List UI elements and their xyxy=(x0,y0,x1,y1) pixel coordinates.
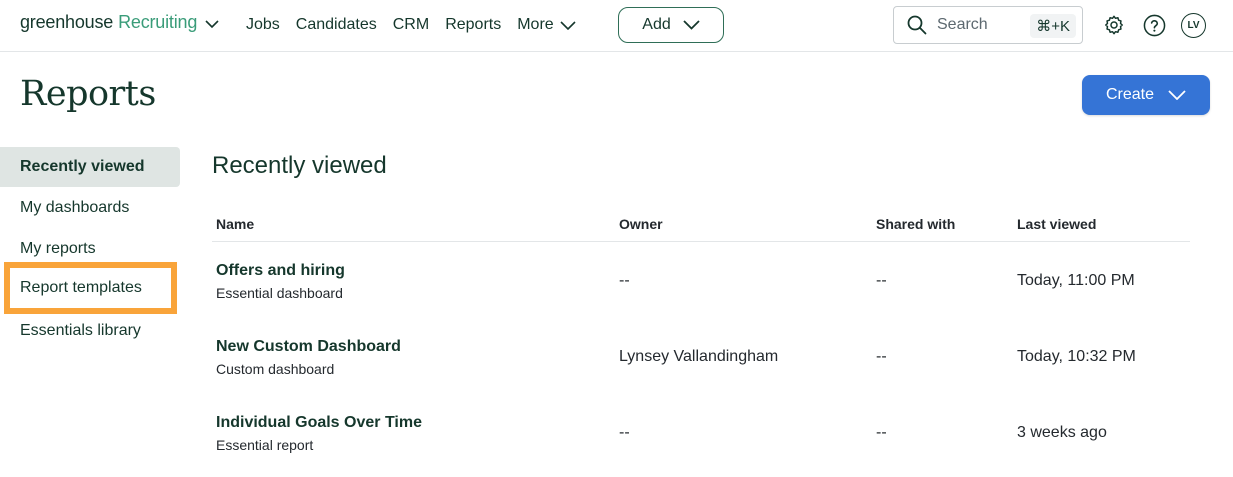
table-row-name[interactable]: New Custom Dashboard xyxy=(216,338,401,356)
chevron-down-icon xyxy=(683,20,700,30)
sidebar-item-essentials-library[interactable]: Essentials library xyxy=(0,311,180,351)
page-title: Reports xyxy=(20,74,156,114)
table-row-owner: Lynsey Vallandingham xyxy=(619,348,779,365)
search-input[interactable]: Search ⌘+K xyxy=(893,6,1083,44)
table-row-name[interactable]: Offers and hiring xyxy=(216,262,345,280)
search-shortcut: ⌘+K xyxy=(1030,14,1076,38)
product-switcher[interactable]: greenhouse Recruiting xyxy=(20,12,219,33)
table-row-type: Essential report xyxy=(216,437,314,453)
table-row-last-viewed: 3 weeks ago xyxy=(1017,424,1107,441)
add-button-label: Add xyxy=(642,16,671,33)
avatar[interactable]: LV xyxy=(1181,13,1206,38)
chevron-down-icon xyxy=(1168,90,1186,100)
table-row-owner: -- xyxy=(619,424,630,441)
chevron-down-icon xyxy=(560,21,576,30)
main-nav: Jobs Candidates CRM Reports More xyxy=(246,16,592,34)
section-title: Recently viewed xyxy=(212,152,387,179)
sidebar-item-my-dashboards[interactable]: My dashboards xyxy=(0,188,180,228)
table-row-shared: -- xyxy=(876,348,887,365)
nav-jobs[interactable]: Jobs xyxy=(246,16,280,34)
create-button-label: Create xyxy=(1105,86,1155,103)
search-placeholder: Search xyxy=(937,16,988,33)
column-header-last-viewed[interactable]: Last viewed xyxy=(1017,216,1096,232)
gear-icon xyxy=(1103,14,1125,36)
brand-logo: greenhouse xyxy=(20,12,114,32)
nav-more-label: More xyxy=(517,16,554,33)
create-button[interactable]: Create xyxy=(1082,75,1210,115)
sidebar-item-recently-viewed[interactable]: Recently viewed xyxy=(0,147,180,187)
table-divider xyxy=(212,241,1190,242)
column-header-owner[interactable]: Owner xyxy=(619,216,663,232)
table-row-shared: -- xyxy=(876,424,887,441)
nav-more[interactable]: More xyxy=(517,16,576,34)
add-button[interactable]: Add xyxy=(618,7,724,43)
table-row-shared: -- xyxy=(876,272,887,289)
table-row-last-viewed: Today, 10:32 PM xyxy=(1017,348,1136,365)
table-row-name[interactable]: Individual Goals Over Time xyxy=(216,414,422,432)
nav-crm[interactable]: CRM xyxy=(393,16,429,34)
chevron-down-icon xyxy=(205,19,219,29)
table-row-type: Custom dashboard xyxy=(216,361,335,377)
product-name: Recruiting xyxy=(118,12,198,32)
nav-candidates[interactable]: Candidates xyxy=(296,16,377,34)
column-header-shared-with[interactable]: Shared with xyxy=(876,216,955,232)
table-row-last-viewed: Today, 11:00 PM xyxy=(1017,272,1135,289)
table-row-type: Essential dashboard xyxy=(216,285,343,301)
nav-reports[interactable]: Reports xyxy=(445,16,501,34)
search-icon xyxy=(907,15,927,35)
help-icon xyxy=(1143,14,1166,37)
settings-button[interactable] xyxy=(1102,13,1126,37)
column-header-name[interactable]: Name xyxy=(216,216,254,232)
table-row-owner: -- xyxy=(619,272,630,289)
top-nav: greenhouse Recruiting Jobs Candidates CR… xyxy=(0,0,1233,52)
help-button[interactable] xyxy=(1142,13,1166,37)
sidebar-item-report-templates[interactable]: Report templates xyxy=(4,262,177,314)
